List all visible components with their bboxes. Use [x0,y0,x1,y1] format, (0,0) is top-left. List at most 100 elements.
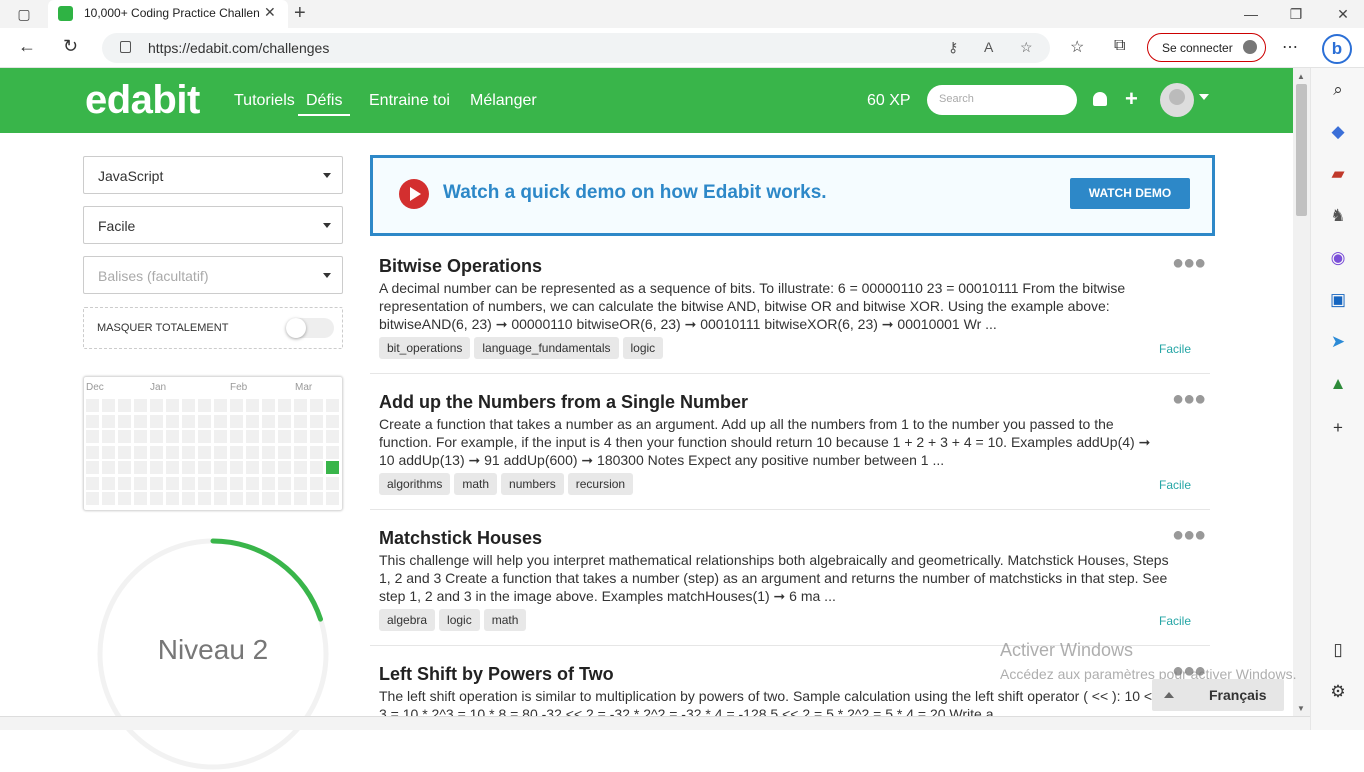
send-icon[interactable]: ➤ [1328,332,1348,352]
challenge-card[interactable]: Add up the Numbers from a Single Number … [370,374,1210,510]
tag[interactable]: numbers [501,473,564,495]
language-value: JavaScript [98,168,164,184]
add-sidebar-icon[interactable]: + [1328,418,1348,438]
minimize-icon[interactable]: — [1241,4,1261,24]
user-avatar[interactable] [1160,83,1194,117]
demo-banner: Watch a quick demo on how Edabit works. … [370,155,1215,236]
nav-challenges[interactable]: Défis [298,92,351,116]
tag[interactable]: math [483,609,527,631]
settings-icon[interactable]: ⚙ [1328,682,1348,702]
play-icon[interactable] [399,179,429,209]
heatmap-cell [134,445,147,459]
site-logo[interactable]: edabit [85,78,200,123]
heatmap-cell [86,430,99,443]
key-icon[interactable]: ⚷ [948,39,958,56]
nav-shuffle[interactable]: Mélanger [470,92,537,110]
tab-close-icon[interactable]: ✕ [264,4,276,21]
challenge-card[interactable]: Bitwise Operations ●●● A decimal number … [370,238,1210,374]
page-scrollbar[interactable]: ▲ ▼ [1293,68,1310,716]
heatmap-cell [214,414,227,428]
more-menu-icon[interactable]: ⋯ [1282,37,1298,57]
heatmap-cell [262,414,275,428]
outlook-icon[interactable]: ▣ [1328,290,1348,310]
heatmap-cell [150,461,163,474]
heatmap-cell [310,414,323,428]
nav-tutorials[interactable]: Tutoriels [234,92,295,110]
heatmap-cell [230,414,243,428]
site-header: edabit Tutoriels Défis Entraine toi Méla… [0,68,1293,133]
heatmap-cell [310,445,323,459]
tag[interactable]: language_fundamentals [474,337,619,359]
site-search-input[interactable]: Search [927,85,1077,115]
challenge-title[interactable]: Matchstick Houses [379,528,542,549]
plus-icon[interactable]: + [1125,86,1138,112]
tools-icon[interactable]: ▰ [1328,164,1348,184]
heatmap-cell [134,399,147,412]
watch-demo-button[interactable]: WATCH DEMO [1070,178,1190,209]
restore-icon[interactable]: ❐ [1286,4,1306,24]
sign-in-button[interactable]: Se connecter [1147,33,1266,62]
office-icon[interactable]: ◉ [1328,248,1348,268]
heatmap-cell [294,430,307,443]
tag[interactable]: algorithms [379,473,451,495]
language-select[interactable]: JavaScript [83,156,343,194]
heatmap-cell [166,414,179,428]
heatmap-cell [262,445,275,459]
scroll-down-icon[interactable]: ▼ [1297,704,1305,713]
read-aloud-icon[interactable]: A [984,39,993,55]
refresh-icon[interactable]: ↻ [63,36,78,57]
heatmap-cell [134,461,147,474]
tab-actions-icon[interactable]: ▢ [14,4,34,24]
address-input[interactable]: https://edabit.com/challenges ⚷ A ☆ [102,33,1050,63]
favorites-icon[interactable]: ☆ [1070,37,1084,57]
heatmap-cell [150,399,163,412]
sidebar-toggle-icon[interactable]: ▯ [1328,640,1348,660]
new-tab-icon[interactable]: + [294,2,306,25]
heatmap-cell [294,461,307,474]
chevron-down-icon [323,273,331,278]
nav-practice[interactable]: Entraine toi [369,92,450,110]
language-selector[interactable]: Français [1152,679,1284,711]
more-options-icon[interactable]: ●●● [1172,524,1206,547]
search-icon[interactable]: ⌕ [1328,80,1348,100]
chevron-down-icon[interactable] [1199,94,1209,100]
more-options-icon[interactable]: ●●● [1172,388,1206,411]
tag[interactable]: math [454,473,498,495]
shopping-tag-icon[interactable]: ◆ [1328,122,1348,142]
more-options-icon[interactable]: ●●● [1172,252,1206,275]
tree-icon[interactable]: ▲ [1328,374,1348,394]
tag[interactable]: bit_operations [379,337,471,359]
month-label: Mar [295,382,313,393]
games-icon[interactable]: ♞ [1328,206,1348,226]
bell-icon[interactable] [1093,92,1107,106]
scroll-up-icon[interactable]: ▲ [1297,72,1305,81]
tag[interactable]: logic [622,337,664,359]
month-label: Feb [230,382,248,393]
tags-select[interactable]: Balises (facultatif) [83,256,343,294]
hide-completed-toggle[interactable] [286,318,334,338]
bing-icon[interactable]: b [1322,34,1352,64]
difficulty-select[interactable]: Facile [83,206,343,244]
challenge-title[interactable]: Bitwise Operations [379,256,542,277]
collections-icon[interactable]: ⧉ [1114,37,1125,55]
add-favorite-icon[interactable]: ☆ [1020,39,1033,56]
challenge-card[interactable]: Matchstick Houses ●●● This challenge wil… [370,510,1210,646]
heatmap-cell [246,445,259,459]
browser-tab[interactable]: 10,000+ Coding Practice Challenges ✕ [48,0,288,28]
heatmap-cell [150,476,163,490]
heatmap-cell [230,399,243,412]
scroll-thumb[interactable] [1296,84,1307,216]
tag[interactable]: recursion [567,473,634,495]
challenge-title[interactable]: Left Shift by Powers of Two [379,664,614,685]
heatmap-cell [214,492,227,505]
heatmap-cell [230,445,243,459]
window-close-icon[interactable]: ✕ [1333,4,1353,24]
back-arrow-icon[interactable]: ← [18,36,36,57]
chevron-up-icon[interactable] [1164,692,1174,698]
tag[interactable]: logic [439,609,480,631]
challenge-title[interactable]: Add up the Numbers from a Single Number [379,392,748,413]
heatmap-cell [326,445,339,459]
tag[interactable]: algebra [379,609,436,631]
heatmap-cell [182,461,195,474]
challenge-description: A decimal number can be represented as a… [379,280,1126,332]
